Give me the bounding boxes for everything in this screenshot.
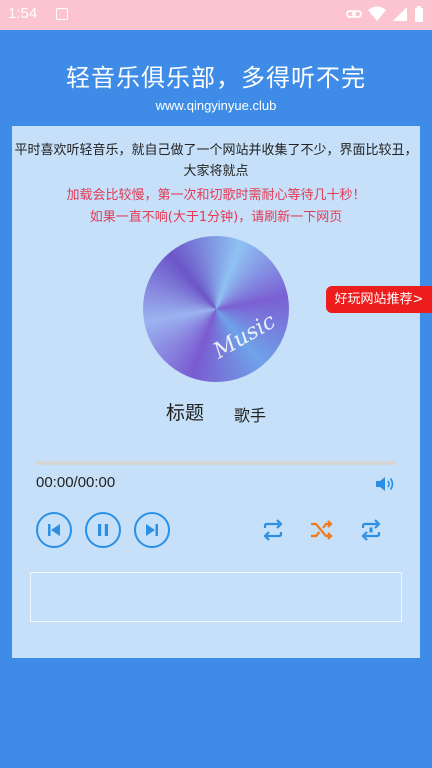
next-button[interactable] (134, 512, 170, 548)
font-icon (56, 8, 68, 20)
link-icon (346, 10, 362, 18)
previous-icon (48, 524, 60, 536)
status-icons (346, 6, 424, 22)
promo-button[interactable]: 好玩网站推荐> (326, 286, 432, 313)
repeat-one-icon[interactable] (358, 518, 384, 542)
site-url: www.qingyinyue.club (155, 98, 277, 113)
time-display: 00:00/00:00 (36, 474, 116, 491)
next-icon (146, 524, 158, 536)
player-card: 平时喜欢听轻音乐，就自己做了一个网站并收集了不少，界面比较丑，大家将就点 加载会… (12, 126, 420, 658)
site-title: 轻音乐俱乐部，多得听不完 (66, 64, 366, 92)
wifi-icon (368, 6, 386, 21)
battery-icon (415, 6, 423, 22)
previous-button[interactable] (36, 512, 72, 548)
pause-button[interactable] (85, 512, 121, 548)
volume-icon[interactable] (374, 474, 396, 494)
refresh-warning: 如果一直不响(大于1分钟)，请刷新一下网页 (89, 210, 343, 225)
intro-text: 平时喜欢听轻音乐，就自己做了一个网站并收集了不少，界面比较丑，大家将就点 (14, 143, 418, 179)
progress-bar[interactable] (36, 461, 396, 465)
disc-label: Music (209, 308, 281, 365)
status-time: 1:54 (8, 5, 38, 22)
site-header: 轻音乐俱乐部，多得听不完 www.qingyinyue.club (0, 30, 432, 126)
page-background (0, 658, 432, 768)
shuffle-icon[interactable] (309, 518, 335, 542)
signal-icon (393, 7, 407, 21)
track-artist: 歌手 (234, 406, 267, 425)
track-title: 标题 (166, 402, 205, 424)
status-bar: 1:54 (0, 0, 432, 30)
loading-warning: 加载会比较慢，第一次和切歌时需耐心等待几十秒！ (66, 188, 366, 203)
album-disc: Music (143, 236, 289, 382)
lyrics-box (30, 572, 402, 622)
pause-icon (98, 524, 108, 536)
repeat-icon[interactable] (260, 518, 286, 542)
